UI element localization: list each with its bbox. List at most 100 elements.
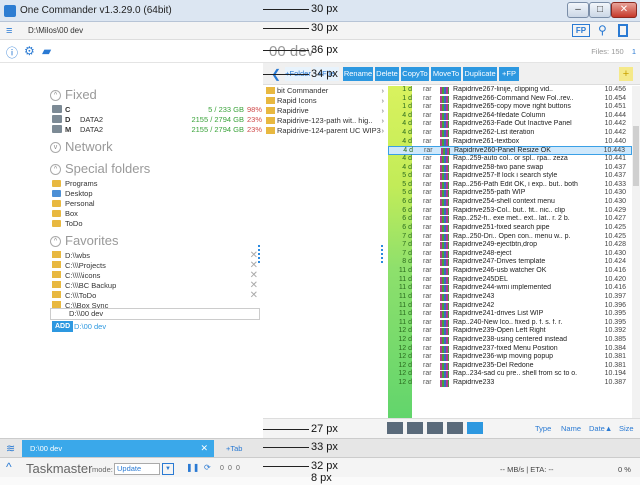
- view-mode-columns-icon[interactable]: [427, 422, 443, 434]
- file-row[interactable]: 12 d rar Rapidrive237-fixed Menu Position 1…: [388, 345, 632, 354]
- file-row[interactable]: 12 d rar Rap..234-sad cu pre.. shell from …: [388, 370, 632, 379]
- column-splitter-handle[interactable]: [381, 245, 383, 265]
- file-row[interactable]: 7 d rar Rap..250-Dri.. Open con.. menu w..…: [388, 233, 632, 242]
- pause-icon[interactable]: ❚❚: [186, 463, 199, 472]
- sort-type[interactable]: Type: [535, 424, 551, 433]
- file-row[interactable]: 5 d rar Rapidrive255-path WIP 10.430: [388, 189, 632, 198]
- section-network[interactable]: v Network: [50, 139, 113, 154]
- chevron-down-icon[interactable]: v: [50, 142, 61, 153]
- file-row[interactable]: 12 d rar Rapidrive236-wip moving popup 10.3…: [388, 353, 632, 362]
- file-row[interactable]: 12 d rar Rapidrive239-Open Left Right 10.39…: [388, 327, 632, 336]
- file-row[interactable]: 5 d rar Rap..256-Path Edit OK, i exp.. but…: [388, 181, 632, 190]
- chevron-up-icon[interactable]: ^: [6, 460, 12, 474]
- folder-row[interactable]: Rapidrive-123-path wit.. hig.. ›: [266, 116, 388, 126]
- section-fixed[interactable]: ^ Fixed: [50, 87, 97, 102]
- tab-active[interactable]: D:\00 dev ✕: [22, 440, 214, 457]
- favorite-item[interactable]: C:\\\ToDo ✕: [52, 290, 258, 301]
- file-row[interactable]: 4 d rar Rapidrive260-Panel Resize OK 10.443: [388, 146, 632, 156]
- copyto-button[interactable]: CopyTo: [401, 67, 429, 81]
- search-icon[interactable]: ⚲: [598, 23, 607, 37]
- sort-size[interactable]: Size: [619, 424, 634, 433]
- file-row[interactable]: 11 d rar Rapidrive241-drives List WIP 10.39…: [388, 310, 632, 319]
- folder-row[interactable]: Rapidrive-124-parent UC WIP3 ›: [266, 126, 388, 136]
- tabs-stack-icon[interactable]: ≋: [6, 442, 15, 455]
- folder-row[interactable]: Rapidrive ›: [266, 106, 388, 116]
- special-folder-item[interactable]: Personal: [52, 199, 95, 209]
- file-row[interactable]: 12 d rar Rapidrive233 10.387: [388, 379, 632, 388]
- file-row[interactable]: 4 d rar Rapidrive261-textbox 10.440: [388, 138, 632, 147]
- favorite-item[interactable]: C:\\\Projects ✕: [52, 260, 258, 271]
- file-row[interactable]: 11 d rar Rap..240-New Ico.. fixed p. f. s.…: [388, 319, 632, 328]
- section-special-folders[interactable]: ^ Special folders: [50, 161, 150, 176]
- file-row[interactable]: 11 d rar Rapidrive242 10.396: [388, 302, 632, 311]
- chevron-up-icon[interactable]: ^: [50, 164, 61, 175]
- file-row[interactable]: 12 d rar Rapidrive238-using centered inste…: [388, 336, 632, 345]
- chevron-up-icon[interactable]: ^: [50, 90, 61, 101]
- info-icon[interactable]: ⓘ: [6, 44, 18, 61]
- chat-icon[interactable]: ▰: [42, 44, 51, 58]
- file-row[interactable]: 1 d rar Rapidrive265-copy move right butto…: [388, 103, 632, 112]
- fp-button[interactable]: FP: [572, 24, 590, 37]
- file-row[interactable]: 1 d rar Rapidrive267-linije, clipping vid.…: [388, 86, 632, 95]
- file-row[interactable]: 6 d rar Rapidrive251-fixed search pipe 10.4…: [388, 224, 632, 233]
- drive-item[interactable]: M DATA2 2155 / 2794 GB 23%: [52, 125, 262, 135]
- view-mode-thumbnails-icon[interactable]: [467, 422, 483, 434]
- chevron-up-icon[interactable]: ^: [50, 236, 61, 247]
- file-row[interactable]: 4 d rar Rapidrive258-two pane swap 10.437: [388, 164, 632, 173]
- file-row[interactable]: 1 d rar Rapidrive266-Command New Fol..rev.…: [388, 95, 632, 104]
- file-row[interactable]: 12 d rar Rapidrive235-Del Redone 10.381: [388, 362, 632, 371]
- file-row[interactable]: 6 d rar Rap..252-fi.. exe met.. ext.. lat.…: [388, 215, 632, 224]
- document-icon[interactable]: [618, 24, 628, 37]
- file-row[interactable]: 4 d rar Rapidrive262-List iteration 10.442: [388, 129, 632, 138]
- fp-add-button[interactable]: +FP: [499, 67, 519, 81]
- file-row[interactable]: 7 d rar Rapidrive249-ejectbtn,drop 10.428: [388, 241, 632, 250]
- favorite-item[interactable]: D:\\wbs ✕: [52, 250, 258, 261]
- file-row[interactable]: 5 d rar Rapidrive257-lf lock i search styl…: [388, 172, 632, 181]
- file-row[interactable]: 6 d rar Rapidrive254-shell context menu 10.…: [388, 198, 632, 207]
- delete-button[interactable]: Delete: [375, 67, 399, 81]
- drive-item[interactable]: D DATA2 2155 / 2794 GB 23%: [52, 115, 262, 125]
- file-row[interactable]: 8 d rar Rapidrive247-Drives template 10.424: [388, 258, 632, 267]
- file-row[interactable]: 4 d rar Rapidrive264-filedate Column 10.444: [388, 112, 632, 121]
- favorite-item[interactable]: C:\\\BC Backup ✕: [52, 280, 258, 291]
- duplicate-button[interactable]: Duplicate: [463, 67, 497, 81]
- sort-date[interactable]: Date▲: [589, 424, 612, 433]
- chevron-down-icon[interactable]: ▼: [162, 463, 174, 475]
- special-folder-item[interactable]: Programs: [52, 179, 98, 189]
- maximize-button[interactable]: □: [589, 2, 611, 18]
- scrollbar-thumb[interactable]: [633, 126, 639, 186]
- favorite-edit-input[interactable]: D:\\00 dev: [50, 308, 260, 320]
- folder-row[interactable]: Rapid Icons ›: [266, 96, 388, 106]
- files-count-number[interactable]: 1: [632, 47, 636, 56]
- file-row[interactable]: 11 d rar Rapidrive244-wmi implemented 10.41…: [388, 284, 632, 293]
- special-folder-item[interactable]: Box: [52, 209, 78, 219]
- view-mode-tiles-icon[interactable]: [447, 422, 463, 434]
- sort-name[interactable]: Name: [561, 424, 581, 433]
- mode-select[interactable]: Update: [114, 463, 160, 475]
- view-mode-list-icon[interactable]: [387, 422, 403, 434]
- minimize-button[interactable]: –: [567, 2, 589, 18]
- drive-item[interactable]: C 5 / 233 GB 98%: [52, 105, 262, 115]
- file-row[interactable]: 11 d rar Rapidrive246-usb watcher OK 10.416: [388, 267, 632, 276]
- gear-icon[interactable]: ⚙: [24, 44, 35, 58]
- rename-button[interactable]: Rename: [343, 67, 373, 81]
- close-tab-icon[interactable]: ✕: [200, 440, 208, 457]
- plus-button[interactable]: +: [619, 67, 633, 81]
- add-favorite-button[interactable]: ADD: [52, 321, 74, 332]
- add-tab-button[interactable]: +Tab: [226, 444, 242, 453]
- special-folder-item[interactable]: Desktop: [52, 189, 93, 199]
- special-folder-item[interactable]: ToDo: [52, 219, 83, 229]
- file-row[interactable]: 11 d rar Rapidrive243 10.397: [388, 293, 632, 302]
- splitter-handle[interactable]: [258, 245, 260, 265]
- file-row[interactable]: 11 d rar Rapidrive245DEL 10.420: [388, 276, 632, 285]
- file-row[interactable]: 4 d rar Rapidrive263-Fade Out Inactive Pan…: [388, 120, 632, 129]
- file-row[interactable]: 6 d rar Rapidrive253-Col.. but.. fit.. nic…: [388, 207, 632, 216]
- refresh-icon[interactable]: ⟳: [204, 463, 211, 472]
- remove-favorite-icon[interactable]: ✕: [250, 290, 258, 301]
- file-row[interactable]: 4 d rar Rap..259-auto col.. or spl.. rpa..…: [388, 155, 632, 164]
- view-mode-details-icon[interactable]: [407, 422, 423, 434]
- file-row[interactable]: 7 d rar Rapidrive248-eject 10.430: [388, 250, 632, 259]
- file-list-scrollbar[interactable]: [632, 86, 640, 418]
- folder-row[interactable]: bit Commander ›: [266, 86, 388, 96]
- close-button[interactable]: ✕: [611, 2, 637, 18]
